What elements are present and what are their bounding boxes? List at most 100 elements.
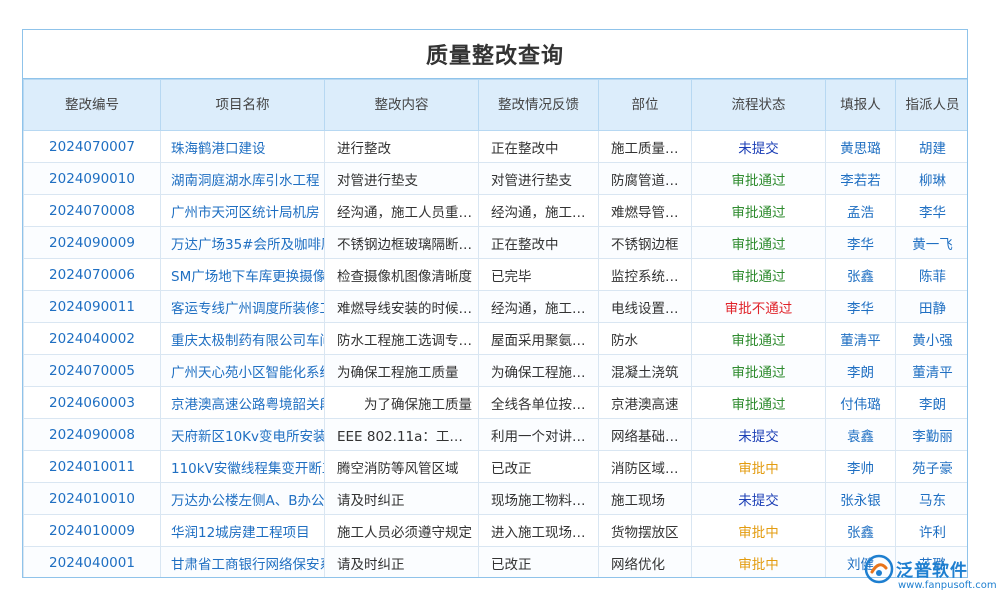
table-row[interactable]: 2024070008广州市天河区统计局机房经沟通，施工人员重新施工经沟通，施工人… bbox=[24, 195, 969, 227]
table-row[interactable]: 2024090008天府新区10Kv变电所安装工程EEE 802.11a：工作频… bbox=[24, 419, 969, 451]
cell-reporter[interactable]: 付伟璐 bbox=[826, 387, 896, 419]
cell-project[interactable]: 华润12城房建工程项目 bbox=[161, 515, 325, 547]
cell-status: 审批通过 bbox=[692, 195, 826, 227]
column-header-assignee[interactable]: 指派人员 bbox=[896, 80, 969, 131]
cell-assignee[interactable]: 胡建 bbox=[896, 131, 969, 163]
cell-content: 为确保工程施工质量 bbox=[325, 355, 479, 387]
cell-reporter[interactable]: 李帅 bbox=[826, 451, 896, 483]
column-header-reporter[interactable]: 填报人 bbox=[826, 80, 896, 131]
cell-project[interactable]: 客运专线广州调度所装修工程 bbox=[161, 291, 325, 323]
cell-project[interactable]: 天府新区10Kv变电所安装工程 bbox=[161, 419, 325, 451]
cell-project[interactable]: 万达办公楼左侧A、B办公区 bbox=[161, 483, 325, 515]
cell-reporter[interactable]: 刘健 bbox=[826, 547, 896, 579]
table-row[interactable]: 2024090011客运专线广州调度所装修工程难燃导线安装的时候注意经沟通，施工… bbox=[24, 291, 969, 323]
cell-code[interactable]: 2024070005 bbox=[24, 355, 161, 387]
cell-code[interactable]: 2024090010 bbox=[24, 163, 161, 195]
cell-code[interactable]: 2024010009 bbox=[24, 515, 161, 547]
cell-reporter[interactable]: 袁鑫 bbox=[826, 419, 896, 451]
cell-code[interactable]: 2024040002 bbox=[24, 323, 161, 355]
cell-assignee[interactable]: 李华 bbox=[896, 195, 969, 227]
cell-status: 审批通过 bbox=[692, 355, 826, 387]
cell-project[interactable]: 广州市天河区统计局机房 bbox=[161, 195, 325, 227]
cell-code[interactable]: 2024070008 bbox=[24, 195, 161, 227]
cell-assignee[interactable]: 柳琳 bbox=[896, 163, 969, 195]
cell-assignee[interactable]: 李勤丽 bbox=[896, 419, 969, 451]
cell-reporter[interactable]: 张鑫 bbox=[826, 259, 896, 291]
table-row[interactable]: 2024010010万达办公楼左侧A、B办公区请及时纠正现场施工物料堆放施工现场… bbox=[24, 483, 969, 515]
cell-part: 混凝土浇筑 bbox=[599, 355, 692, 387]
cell-status: 审批中 bbox=[692, 515, 826, 547]
column-header-code[interactable]: 整改编号 bbox=[24, 80, 161, 131]
cell-project[interactable]: 广州天心苑小区智能化系统 bbox=[161, 355, 325, 387]
cell-code[interactable]: 2024070006 bbox=[24, 259, 161, 291]
cell-code[interactable]: 2024010010 bbox=[24, 483, 161, 515]
cell-reporter[interactable]: 李朗 bbox=[826, 355, 896, 387]
cell-code[interactable]: 2024090008 bbox=[24, 419, 161, 451]
cell-feedback: 已改正 bbox=[479, 451, 599, 483]
table-row[interactable]: 2024040001甘肃省工商银行网络保安系统请及时纠正已改正网络优化审批中刘健… bbox=[24, 547, 969, 579]
column-header-content[interactable]: 整改内容 bbox=[325, 80, 479, 131]
table-row[interactable]: 2024010009华润12城房建工程项目施工人员必须遵守规定进入施工现场必须戴… bbox=[24, 515, 969, 547]
cell-status: 审批通过 bbox=[692, 227, 826, 259]
cell-reporter[interactable]: 李华 bbox=[826, 291, 896, 323]
cell-assignee[interactable]: 艾璐 bbox=[896, 547, 969, 579]
cell-reporter[interactable]: 张鑫 bbox=[826, 515, 896, 547]
table-row[interactable]: 2024090009万达广场35#会所及咖啡厅不锈钢边框玻璃隔断安装正在整改中不… bbox=[24, 227, 969, 259]
column-header-feedback[interactable]: 整改情况反馈 bbox=[479, 80, 599, 131]
cell-reporter[interactable]: 董清平 bbox=[826, 323, 896, 355]
cell-assignee[interactable]: 苑子豪 bbox=[896, 451, 969, 483]
cell-project[interactable]: 湖南洞庭湖水库引水工程 bbox=[161, 163, 325, 195]
table-row[interactable]: 2024070006SM广场地下车库更换摄像机检查摄像机图像清晰度已完毕监控系统… bbox=[24, 259, 969, 291]
cell-content: 防水工程施工选调专业人员 bbox=[325, 323, 479, 355]
cell-content: 请及时纠正 bbox=[325, 547, 479, 579]
cell-project[interactable]: 重庆太极制药有限公司车间 bbox=[161, 323, 325, 355]
cell-part: 电线设置施工 bbox=[599, 291, 692, 323]
cell-assignee[interactable]: 黄小强 bbox=[896, 323, 969, 355]
table-row[interactable]: 2024040002重庆太极制药有限公司车间防水工程施工选调专业人员屋面采用聚氨… bbox=[24, 323, 969, 355]
cell-project[interactable]: 京港澳高速公路粤境韶关段 bbox=[161, 387, 325, 419]
cell-project[interactable]: 甘肃省工商银行网络保安系统 bbox=[161, 547, 325, 579]
cell-reporter[interactable]: 李若若 bbox=[826, 163, 896, 195]
cell-assignee[interactable]: 李朗 bbox=[896, 387, 969, 419]
table-body: 2024070007珠海鹤港口建设进行整改正在整改中施工质量管理未提交黄思璐胡建… bbox=[24, 131, 969, 579]
rectification-table: 整改编号 项目名称 整改内容 整改情况反馈 部位 流程状态 填报人 指派人员 2… bbox=[23, 79, 968, 578]
table-row[interactable]: 2024070005广州天心苑小区智能化系统为确保工程施工质量为确保工程施工质量… bbox=[24, 355, 969, 387]
cell-feedback: 屋面采用聚氨酯防水 bbox=[479, 323, 599, 355]
column-header-project[interactable]: 项目名称 bbox=[161, 80, 325, 131]
cell-part: 京港澳高速 bbox=[599, 387, 692, 419]
cell-feedback: 为确保工程施工质量 bbox=[479, 355, 599, 387]
cell-part: 消防区域管理 bbox=[599, 451, 692, 483]
column-header-part[interactable]: 部位 bbox=[599, 80, 692, 131]
cell-assignee[interactable]: 董清平 bbox=[896, 355, 969, 387]
cell-code[interactable]: 2024010011 bbox=[24, 451, 161, 483]
cell-assignee[interactable]: 陈菲 bbox=[896, 259, 969, 291]
cell-reporter[interactable]: 黄思璐 bbox=[826, 131, 896, 163]
cell-project[interactable]: 万达广场35#会所及咖啡厅 bbox=[161, 227, 325, 259]
cell-assignee[interactable]: 许利 bbox=[896, 515, 969, 547]
column-header-status[interactable]: 流程状态 bbox=[692, 80, 826, 131]
cell-code[interactable]: 2024060003 bbox=[24, 387, 161, 419]
table-row[interactable]: 2024060003京港澳高速公路粤境韶关段 为了确保施工质量全线各单位按要求整… bbox=[24, 387, 969, 419]
cell-code[interactable]: 2024040001 bbox=[24, 547, 161, 579]
cell-assignee[interactable]: 马东 bbox=[896, 483, 969, 515]
cell-content: 不锈钢边框玻璃隔断安装 bbox=[325, 227, 479, 259]
cell-reporter[interactable]: 孟浩 bbox=[826, 195, 896, 227]
table-row[interactable]: 2024010011110kV安徽线程集变开断工程腾空消防等风管区域已改正消防区… bbox=[24, 451, 969, 483]
cell-code[interactable]: 2024090009 bbox=[24, 227, 161, 259]
cell-reporter[interactable]: 张永银 bbox=[826, 483, 896, 515]
cell-assignee[interactable]: 田静 bbox=[896, 291, 969, 323]
cell-project[interactable]: 110kV安徽线程集变开断工程 bbox=[161, 451, 325, 483]
table-row[interactable]: 2024090010湖南洞庭湖水库引水工程对管进行垫支对管进行垫支防腐管道施工审… bbox=[24, 163, 969, 195]
watermark-url: www.fanpusoft.com bbox=[898, 580, 997, 591]
cell-assignee[interactable]: 黄一飞 bbox=[896, 227, 969, 259]
cell-content: 难燃导线安装的时候注意 bbox=[325, 291, 479, 323]
cell-code[interactable]: 2024090011 bbox=[24, 291, 161, 323]
cell-code[interactable]: 2024070007 bbox=[24, 131, 161, 163]
cell-project[interactable]: SM广场地下车库更换摄像机 bbox=[161, 259, 325, 291]
cell-content: 施工人员必须遵守规定 bbox=[325, 515, 479, 547]
cell-feedback: 已完毕 bbox=[479, 259, 599, 291]
cell-reporter[interactable]: 李华 bbox=[826, 227, 896, 259]
cell-status: 审批不通过 bbox=[692, 291, 826, 323]
cell-project[interactable]: 珠海鹤港口建设 bbox=[161, 131, 325, 163]
table-row[interactable]: 2024070007珠海鹤港口建设进行整改正在整改中施工质量管理未提交黄思璐胡建 bbox=[24, 131, 969, 163]
